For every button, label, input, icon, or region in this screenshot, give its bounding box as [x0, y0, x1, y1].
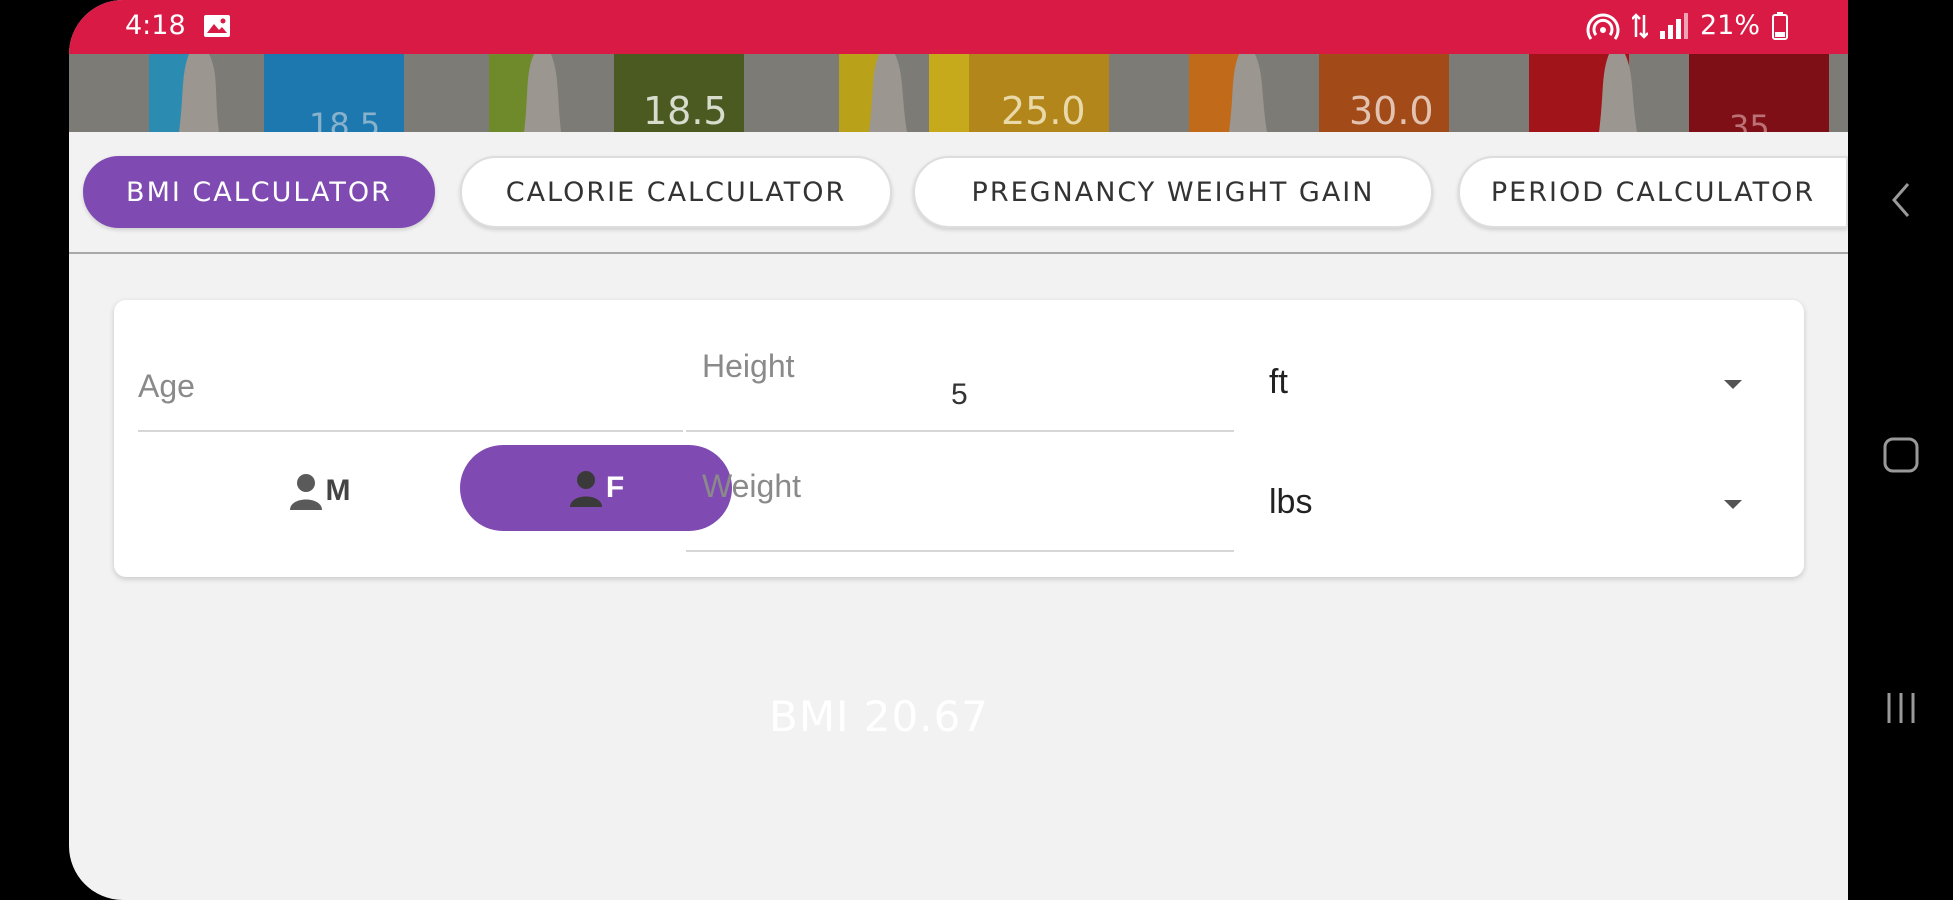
recents-icon	[1887, 693, 1914, 723]
weight-unit-value: lbs	[1269, 483, 1313, 521]
chevron-down-icon	[1724, 380, 1742, 389]
gallery-icon	[204, 15, 230, 37]
height-unit-dropdown[interactable]: ft	[1264, 355, 1774, 415]
bmi-result: BMI 20.67	[769, 692, 990, 741]
calculator-tabs: BMI CALCULATOR CALORIE CALCULATOR PREGNA…	[69, 156, 1848, 232]
age-underline	[138, 430, 683, 432]
home-button[interactable]	[1848, 435, 1953, 475]
hotspot-icon	[1586, 13, 1620, 40]
bmi-form-card: Age Height 5 ft M F Weight lbs	[114, 300, 1804, 577]
chevron-left-icon	[1891, 183, 1909, 217]
app-screen: 4:18 21% 18.5 18.5 25.0 30.0 35 BMI CALC…	[69, 0, 1848, 900]
banner-label-4: 30.0	[1349, 89, 1434, 132]
person-icon	[289, 474, 322, 510]
status-time: 4:18	[125, 10, 186, 41]
weight-unit-dropdown[interactable]: lbs	[1264, 475, 1774, 535]
banner-label-3: 25.0	[1001, 89, 1086, 132]
status-bar: 4:18 21%	[69, 0, 1848, 54]
height-label: Height	[702, 348, 795, 384]
battery-percent: 21%	[1699, 10, 1760, 41]
tab-period-calculator[interactable]: PERIOD CALCULATOR	[1458, 156, 1848, 228]
chevron-down-icon	[1724, 500, 1742, 509]
person-icon	[569, 471, 602, 507]
gender-male-button[interactable]: M	[184, 448, 454, 534]
battery-icon	[1772, 11, 1788, 40]
banner-label-5: 35	[1729, 108, 1770, 132]
age-label: Age	[138, 368, 195, 404]
weight-input[interactable]: Weight	[686, 450, 1234, 550]
height-unit-value: ft	[1269, 363, 1288, 401]
status-right: 21%	[1586, 10, 1788, 41]
data-arrows-icon	[1631, 12, 1648, 39]
age-input[interactable]: Age	[138, 340, 683, 430]
height-value: 5	[951, 378, 968, 411]
banner-label-1: 18.5	[309, 106, 380, 132]
tabs-divider	[69, 252, 1848, 254]
home-square-icon	[1883, 437, 1918, 473]
tab-calorie-calculator[interactable]: CALORIE CALCULATOR	[460, 156, 892, 228]
bmi-scale-banner: 18.5 18.5 25.0 30.0 35	[69, 54, 1848, 132]
weight-label: Weight	[702, 468, 802, 504]
collapse-button[interactable]	[1848, 180, 1953, 220]
banner-label-2: 18.5	[643, 89, 728, 132]
tab-bmi-calculator[interactable]: BMI CALCULATOR	[83, 156, 435, 228]
tab-pregnancy-weight-gain[interactable]: PREGNANCY WEIGHT GAIN	[913, 156, 1433, 228]
weight-underline	[686, 550, 1234, 552]
height-underline	[686, 430, 1234, 432]
gender-male-label: M	[325, 474, 351, 507]
gender-female-label: F	[605, 471, 625, 504]
height-input[interactable]: Height 5	[686, 340, 1234, 430]
recents-button[interactable]	[1848, 688, 1953, 728]
system-nav-bar	[1848, 0, 1953, 900]
signal-icon	[1659, 12, 1688, 39]
